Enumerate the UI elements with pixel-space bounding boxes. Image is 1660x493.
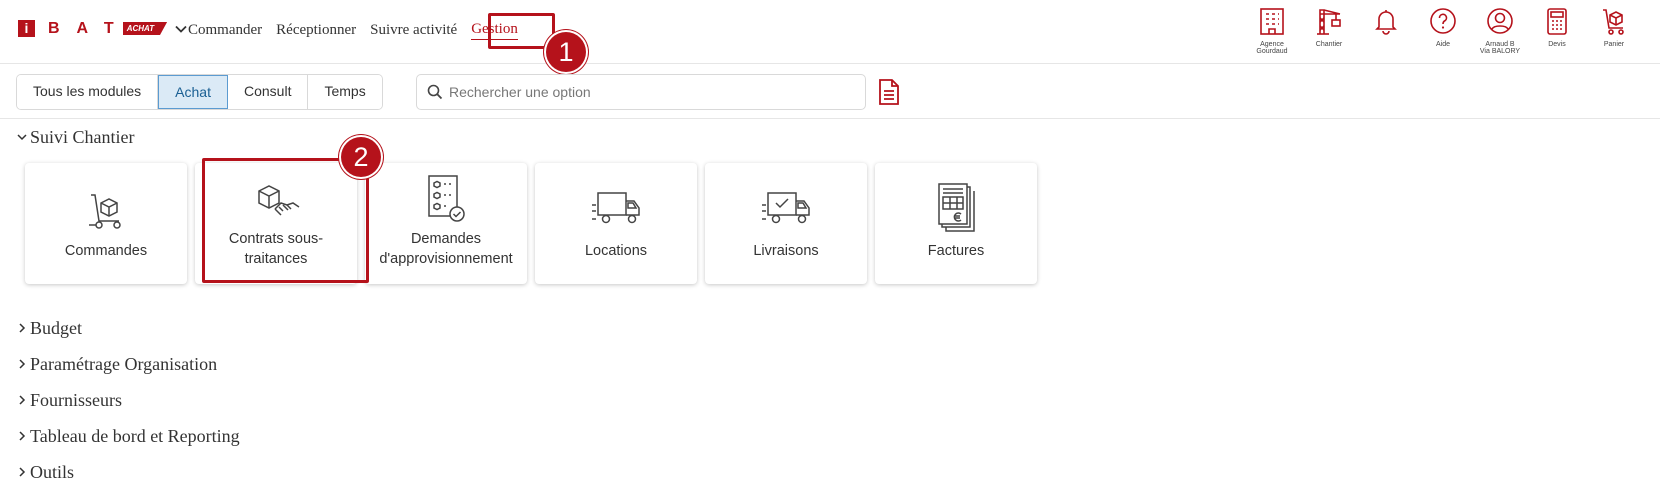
- section-title: Outils: [30, 462, 75, 482]
- header-aide-label: Aide: [1435, 41, 1450, 48]
- nav-commander[interactable]: Commander: [188, 20, 262, 40]
- header-agence[interactable]: Agence Gourdaud: [1244, 6, 1300, 55]
- module-tab-temps[interactable]: Temps: [308, 75, 382, 109]
- card-commandes[interactable]: Commandes: [25, 163, 187, 284]
- module-tab-achat[interactable]: Achat: [158, 75, 228, 109]
- card-label: Commandes: [64, 243, 148, 259]
- nav-suivre-activite[interactable]: Suivre activité: [370, 20, 457, 40]
- section-title: Fournisseurs: [30, 390, 123, 410]
- header-chantier-label: Chantier: [1315, 41, 1343, 48]
- section-suivi-chantier[interactable]: Suivi Chantier: [16, 126, 135, 148]
- header-devis[interactable]: Devis: [1529, 6, 1585, 48]
- step-badge-2: 2: [341, 137, 381, 177]
- section-title: Tableau de bord et Reporting: [30, 426, 240, 446]
- chevron-right-icon: [19, 323, 26, 333]
- card-label: Factures: [927, 243, 985, 259]
- chevron-down-icon[interactable]: [173, 21, 189, 37]
- header-notifications[interactable]: [1358, 6, 1414, 36]
- highlight-contrats: [202, 158, 369, 283]
- section-title: Paramétrage Organisation: [30, 354, 218, 374]
- card-label: Livraisons: [753, 243, 819, 259]
- module-switcher: Tous les modules Achat Consult Temps: [16, 74, 383, 110]
- logo-letter: i: [18, 20, 35, 37]
- section-title: Suivi Chantier: [30, 127, 135, 147]
- filter-bar: Tous les modules Achat Consult Temps: [0, 64, 1660, 119]
- chevron-down-icon: [17, 134, 27, 141]
- header-panier-label: Panier: [1603, 41, 1625, 48]
- section-title: Budget: [30, 318, 82, 338]
- document-button[interactable]: [878, 78, 900, 111]
- chevron-right-icon: [19, 395, 26, 405]
- trolley-box-icon: [89, 194, 121, 229]
- help-icon: [1430, 8, 1456, 34]
- app-logo[interactable]: i BAT ACHAT: [18, 20, 189, 37]
- logo-word: BAT: [48, 20, 131, 37]
- invoice-icon: [938, 183, 975, 232]
- user-icon: [1487, 8, 1513, 34]
- module-tab-consult[interactable]: Consult: [227, 75, 309, 109]
- section-parametrage-organisation[interactable]: Paramétrage Organisation: [16, 353, 217, 375]
- document-icon: [879, 79, 899, 105]
- header-chantier[interactable]: Chantier: [1301, 6, 1357, 48]
- header-agence-label: Agence Gourdaud: [1256, 41, 1288, 55]
- top-bar: i BAT ACHAT Commander Réceptionner Suivr…: [0, 0, 1660, 64]
- crane-icon: [1317, 9, 1341, 35]
- search-input[interactable]: [449, 84, 849, 100]
- search-box: [416, 74, 866, 110]
- logo-tag: ACHAT: [122, 22, 168, 35]
- section-outils[interactable]: Outils: [16, 461, 74, 483]
- bell-icon: [1375, 10, 1397, 35]
- building-icon: [1260, 8, 1284, 35]
- chevron-right-icon: [19, 467, 26, 477]
- chevron-right-icon: [19, 431, 26, 441]
- main-nav: Commander Réceptionner Suivre activité G…: [188, 20, 532, 40]
- section-fournisseurs[interactable]: Fournisseurs: [16, 389, 122, 411]
- highlight-gestion: [488, 13, 555, 49]
- header-user[interactable]: Arnaud B Via BALORY: [1472, 6, 1528, 55]
- section-budget[interactable]: Budget: [16, 317, 82, 339]
- chevron-right-icon: [19, 359, 26, 369]
- section-tableau-de-bord[interactable]: Tableau de bord et Reporting: [16, 425, 240, 447]
- calculator-icon: [1547, 8, 1567, 35]
- header-aide[interactable]: Aide: [1415, 6, 1471, 48]
- card-livraisons[interactable]: Livraisons: [705, 163, 867, 284]
- search-icon: [427, 84, 443, 100]
- card-factures[interactable]: Factures: [875, 163, 1037, 284]
- card-label: Demandes d'approvisionnement: [379, 231, 513, 267]
- cart-icon: [1603, 9, 1624, 35]
- nav-receptionner[interactable]: Réceptionner: [276, 20, 356, 40]
- header-panier[interactable]: Panier: [1586, 6, 1642, 48]
- module-tab-all[interactable]: Tous les modules: [17, 75, 159, 109]
- header-devis-label: Devis: [1548, 41, 1566, 48]
- checklist-icon: [428, 175, 465, 222]
- card-label: Locations: [584, 243, 648, 259]
- card-demandes-approvisionnement[interactable]: Demandes d'approvisionnement: [365, 163, 527, 284]
- card-locations[interactable]: Locations: [535, 163, 697, 284]
- header-user-label: Arnaud B Via BALORY: [1479, 41, 1521, 55]
- truck-icon: [592, 192, 640, 224]
- truck-check-icon: [762, 192, 810, 224]
